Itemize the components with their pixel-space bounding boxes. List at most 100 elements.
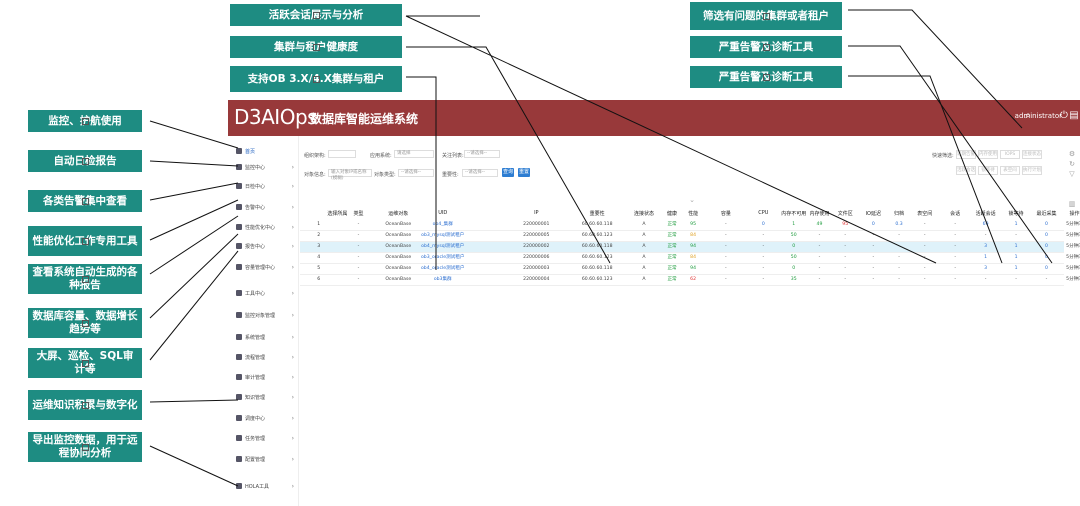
quick-filter-button[interactable]: 表空间 — [1000, 166, 1020, 175]
sidebar-item[interactable]: 首页 — [228, 144, 298, 158]
filter-icon[interactable]: ▽ — [1066, 168, 1078, 180]
sidebar-item[interactable]: 监控中心 › — [228, 160, 298, 174]
column-header[interactable]: UID — [438, 210, 447, 216]
sidebar-item[interactable]: HOLA工具 › — [228, 479, 298, 493]
quick-filter-button[interactable]: 内存使用 — [978, 150, 998, 159]
cell-conn: 正常 — [667, 222, 677, 227]
app-select[interactable]: 请选择 — [394, 150, 434, 158]
table-row[interactable]: 1 - OceanBase ob4_集群 220000001 60.60.60.118 A 正… — [300, 220, 1080, 231]
column-header[interactable]: CPU — [758, 210, 768, 216]
org-input[interactable] — [328, 150, 356, 158]
column-header[interactable]: 活跃会话 — [976, 210, 996, 217]
sidebar-item[interactable]: 任务管理 › — [228, 431, 298, 445]
reset-button[interactable]: 重置 — [518, 168, 530, 177]
quick-filter-button[interactable]: 近期告警 — [956, 150, 976, 159]
sidebar-item-icon — [236, 243, 242, 249]
chevron-right-icon: › — [291, 393, 294, 401]
org-label: 组织架构: — [304, 153, 326, 159]
dep-select[interactable]: --请选择-- — [462, 169, 498, 177]
quick-filter-button[interactable]: IOPS — [1000, 150, 1020, 159]
cell-obj[interactable]: ob4_集群 — [433, 220, 453, 230]
column-header[interactable]: 表空间 — [917, 210, 932, 217]
column-header[interactable]: 重要性 — [590, 210, 605, 217]
cell-health: 62 — [690, 277, 697, 282]
sidebar-item[interactable]: 知识管理 › — [228, 390, 298, 404]
sidebar-item[interactable]: 容量管理中心 › — [228, 260, 298, 274]
column-header[interactable]: 最近采集 — [1036, 210, 1056, 217]
cell-obj[interactable]: ob4_oracle测试租户 — [421, 264, 464, 274]
sidebar-item[interactable]: 配置管理 › — [228, 452, 298, 466]
annotation-callout: 严重告警及诊断工具 — [690, 36, 842, 58]
sidebar-item[interactable]: 系统管理 › — [228, 330, 298, 344]
column-header[interactable]: 锁等待 — [1009, 210, 1024, 217]
column-header[interactable]: 内存不可用 — [781, 210, 806, 217]
table-row[interactable]: 6 - OceanBase ob3集群 220000004 60.60.60.123 A 正常… — [300, 275, 1080, 286]
cell-lock: 0 — [1044, 244, 1048, 249]
cell-act: 1 — [1014, 266, 1018, 271]
chevron-right-icon: › — [291, 223, 294, 231]
cell-conn: 正常 — [667, 266, 677, 271]
sidebar-item[interactable]: 告警中心 › — [228, 200, 298, 214]
sidebar-item[interactable]: 审计管理 › — [228, 370, 298, 384]
cell-sess: 3 — [984, 244, 988, 249]
column-header[interactable]: 内存使用 — [809, 210, 829, 217]
sidebar-item-label: 任务管理 — [245, 435, 266, 442]
column-header[interactable]: 运维对象 — [388, 210, 408, 217]
sidebar-item[interactable]: 调度中心 › — [228, 411, 298, 425]
sidebar-item-label: 系统管理 — [245, 334, 266, 341]
sidebar-item-icon — [236, 354, 242, 360]
cell-obj[interactable]: ob3集群 — [434, 275, 452, 285]
column-header[interactable]: 会话 — [950, 210, 960, 217]
column-header[interactable]: 性能 — [688, 210, 698, 217]
sidebar-item[interactable]: 监控对象管理 › — [228, 308, 298, 322]
menu-icon[interactable]: ▤ — [1068, 110, 1080, 122]
app-window: D3AIOps 数据库智能运维系统 ⌕ administrator ⏻ ▤ 首页… — [228, 100, 1080, 506]
column-header[interactable]: IO延迟 — [866, 210, 881, 217]
cell-mna: - — [818, 255, 821, 260]
quick-filter-button[interactable]: 连接状态 — [1022, 150, 1042, 159]
column-header[interactable]: 归档 — [894, 210, 904, 217]
chevron-right-icon: › — [291, 311, 294, 319]
cell-file: - — [872, 244, 875, 249]
column-header[interactable]: 连接状态 — [634, 210, 654, 217]
sidebar-item[interactable]: 工具中心 › — [228, 286, 298, 300]
cell-uid: 220000003 — [523, 266, 550, 271]
cell-type: OceanBase — [385, 233, 412, 238]
column-header[interactable]: 文件区 — [838, 210, 853, 217]
cell-obj[interactable]: ob3_oracle测试租户 — [421, 253, 464, 263]
column-header[interactable]: IP — [534, 210, 539, 216]
row-number: 3 — [317, 244, 321, 249]
cell-uid: 220000004 — [523, 277, 550, 282]
column-header[interactable]: 操作 — [1070, 210, 1080, 217]
cell-imp: A — [642, 255, 646, 260]
watch-select[interactable]: --请选择-- — [464, 150, 500, 158]
obj-input[interactable]: 输入对象IP或名称(模糊) — [328, 169, 372, 181]
column-header[interactable]: 容量 — [721, 210, 731, 217]
cell-cpu: 50 — [790, 255, 797, 260]
user-name[interactable]: administrator — [1015, 112, 1062, 120]
column-header[interactable]: 类型 — [353, 210, 363, 217]
cell-obj[interactable]: ob3_mysql测试租户 — [421, 231, 464, 241]
table-row[interactable]: 5 - OceanBase ob4_oracle测试租户 220000003 60.60.… — [300, 264, 1080, 275]
column-header[interactable]: 健康 — [667, 210, 677, 217]
quick-filter-button[interactable]: 锁等待 — [978, 166, 998, 175]
query-button[interactable]: 查询 — [502, 168, 514, 177]
table-row[interactable]: 3 - OceanBase ob4_mysql测试租户 220000002 60.60.6… — [300, 242, 1080, 253]
type-select[interactable]: --请选择-- — [398, 169, 434, 177]
table-row[interactable]: 4 - OceanBase ob3_oracle测试租户 220000006 60.60.… — [300, 253, 1080, 264]
sidebar-item-icon — [236, 224, 242, 230]
collapse-chevron-icon[interactable]: ⌄ — [686, 194, 698, 206]
cell-s: - — [357, 233, 360, 238]
sidebar-item[interactable]: 流程管理 › — [228, 350, 298, 364]
sidebar-item[interactable]: 日检中心 › — [228, 179, 298, 193]
quick-filter-button[interactable]: 活跃会话 — [956, 166, 976, 175]
quick-filter-button[interactable]: 执行计划 — [1022, 166, 1042, 175]
cell-mem: - — [844, 244, 847, 249]
sidebar-item[interactable]: 性能优化中心 › — [228, 220, 298, 234]
column-header[interactable]: 选择所属 — [327, 210, 347, 217]
sidebar-item[interactable]: 报告中心 › — [228, 239, 298, 253]
table-row[interactable]: 2 - OceanBase ob3_mysql测试租户 220000005 60.60.6… — [300, 231, 1080, 242]
column-icon[interactable]: ▥ — [1066, 198, 1078, 210]
cell-obj[interactable]: ob4_mysql测试租户 — [421, 242, 464, 252]
annotation-callout: 监控、护航使用 — [28, 110, 142, 132]
